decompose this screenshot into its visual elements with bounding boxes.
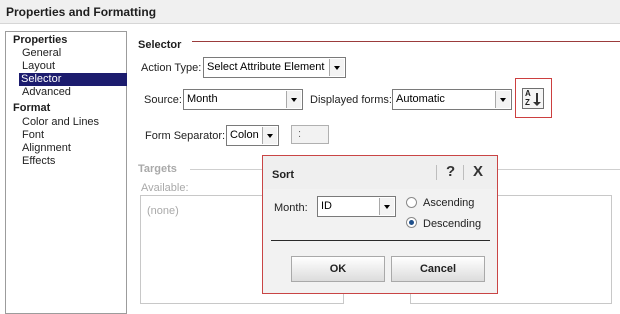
header-separator <box>463 165 464 180</box>
chevron-down-icon <box>329 59 344 76</box>
nav-item-selector[interactable]: Selector <box>19 73 127 86</box>
nav-item-advanced[interactable]: Advanced <box>20 86 73 99</box>
displayed-forms-value: Automatic <box>396 93 445 105</box>
targets-section-title: Targets <box>138 163 177 175</box>
targets-section-divider <box>498 169 620 170</box>
close-icon[interactable]: X <box>473 163 483 180</box>
title-bar: Properties and Formatting <box>0 0 620 24</box>
chevron-down-icon <box>262 127 277 144</box>
nav-item-font[interactable]: Font <box>20 129 46 142</box>
separator-preview-field: : <box>291 125 329 144</box>
descending-label[interactable]: Descending <box>423 218 481 230</box>
month-label: Month: <box>274 202 308 214</box>
nav-item-general[interactable]: General <box>20 47 63 60</box>
nav-group-format: Format <box>13 102 51 114</box>
selector-section-title: Selector <box>138 39 182 51</box>
nav-group-properties: Properties <box>13 34 68 46</box>
nav-item-color-and-lines[interactable]: Color and Lines <box>20 116 101 129</box>
sort-dialog: Sort ? X Month: ID Ascending Descending … <box>262 155 498 294</box>
action-type-dropdown[interactable]: Select Attribute Element <box>203 57 346 78</box>
source-dropdown[interactable]: Month <box>183 89 303 110</box>
selector-section-divider <box>192 41 620 42</box>
chevron-down-icon <box>495 91 510 108</box>
cancel-button[interactable]: Cancel <box>391 256 485 282</box>
available-label: Available: <box>141 182 189 194</box>
dialog-header: Sort ? X <box>263 156 497 189</box>
help-icon[interactable]: ? <box>446 163 455 180</box>
month-sort-dropdown[interactable]: ID <box>317 196 396 217</box>
sort-button[interactable]: AZ <box>522 88 544 109</box>
form-separator-value: Colon <box>230 129 259 141</box>
displayed-forms-label: Displayed forms: <box>310 94 392 106</box>
form-separator-dropdown[interactable]: Colon <box>226 125 279 146</box>
displayed-forms-dropdown[interactable]: Automatic <box>392 89 512 110</box>
available-list-item: (none) <box>147 205 179 217</box>
chevron-down-icon <box>379 198 394 215</box>
descending-radio[interactable] <box>406 217 417 228</box>
arrow-down-icon <box>533 93 541 106</box>
sort-button-highlight: AZ <box>515 78 552 118</box>
ascending-radio[interactable] <box>406 197 417 208</box>
chevron-down-icon <box>286 91 301 108</box>
dialog-title: Sort <box>272 169 294 181</box>
ascending-label[interactable]: Ascending <box>423 197 474 209</box>
nav-item-alignment[interactable]: Alignment <box>20 142 73 155</box>
window-title: Properties and Formatting <box>6 5 157 19</box>
action-type-value: Select Attribute Element <box>207 61 325 73</box>
sort-az-icon: AZ <box>525 89 531 107</box>
month-sort-value: ID <box>321 200 332 212</box>
header-separator <box>436 165 437 180</box>
nav-item-layout[interactable]: Layout <box>20 60 57 73</box>
category-nav: Properties General Layout Selector Advan… <box>5 31 127 314</box>
source-value: Month <box>187 93 218 105</box>
ok-button[interactable]: OK <box>291 256 385 282</box>
form-separator-label: Form Separator: <box>145 130 226 142</box>
nav-item-effects[interactable]: Effects <box>20 155 57 168</box>
source-label: Source: <box>144 94 182 106</box>
targets-section-divider <box>190 169 262 170</box>
dialog-divider <box>271 240 490 241</box>
action-type-label: Action Type: <box>141 62 202 74</box>
